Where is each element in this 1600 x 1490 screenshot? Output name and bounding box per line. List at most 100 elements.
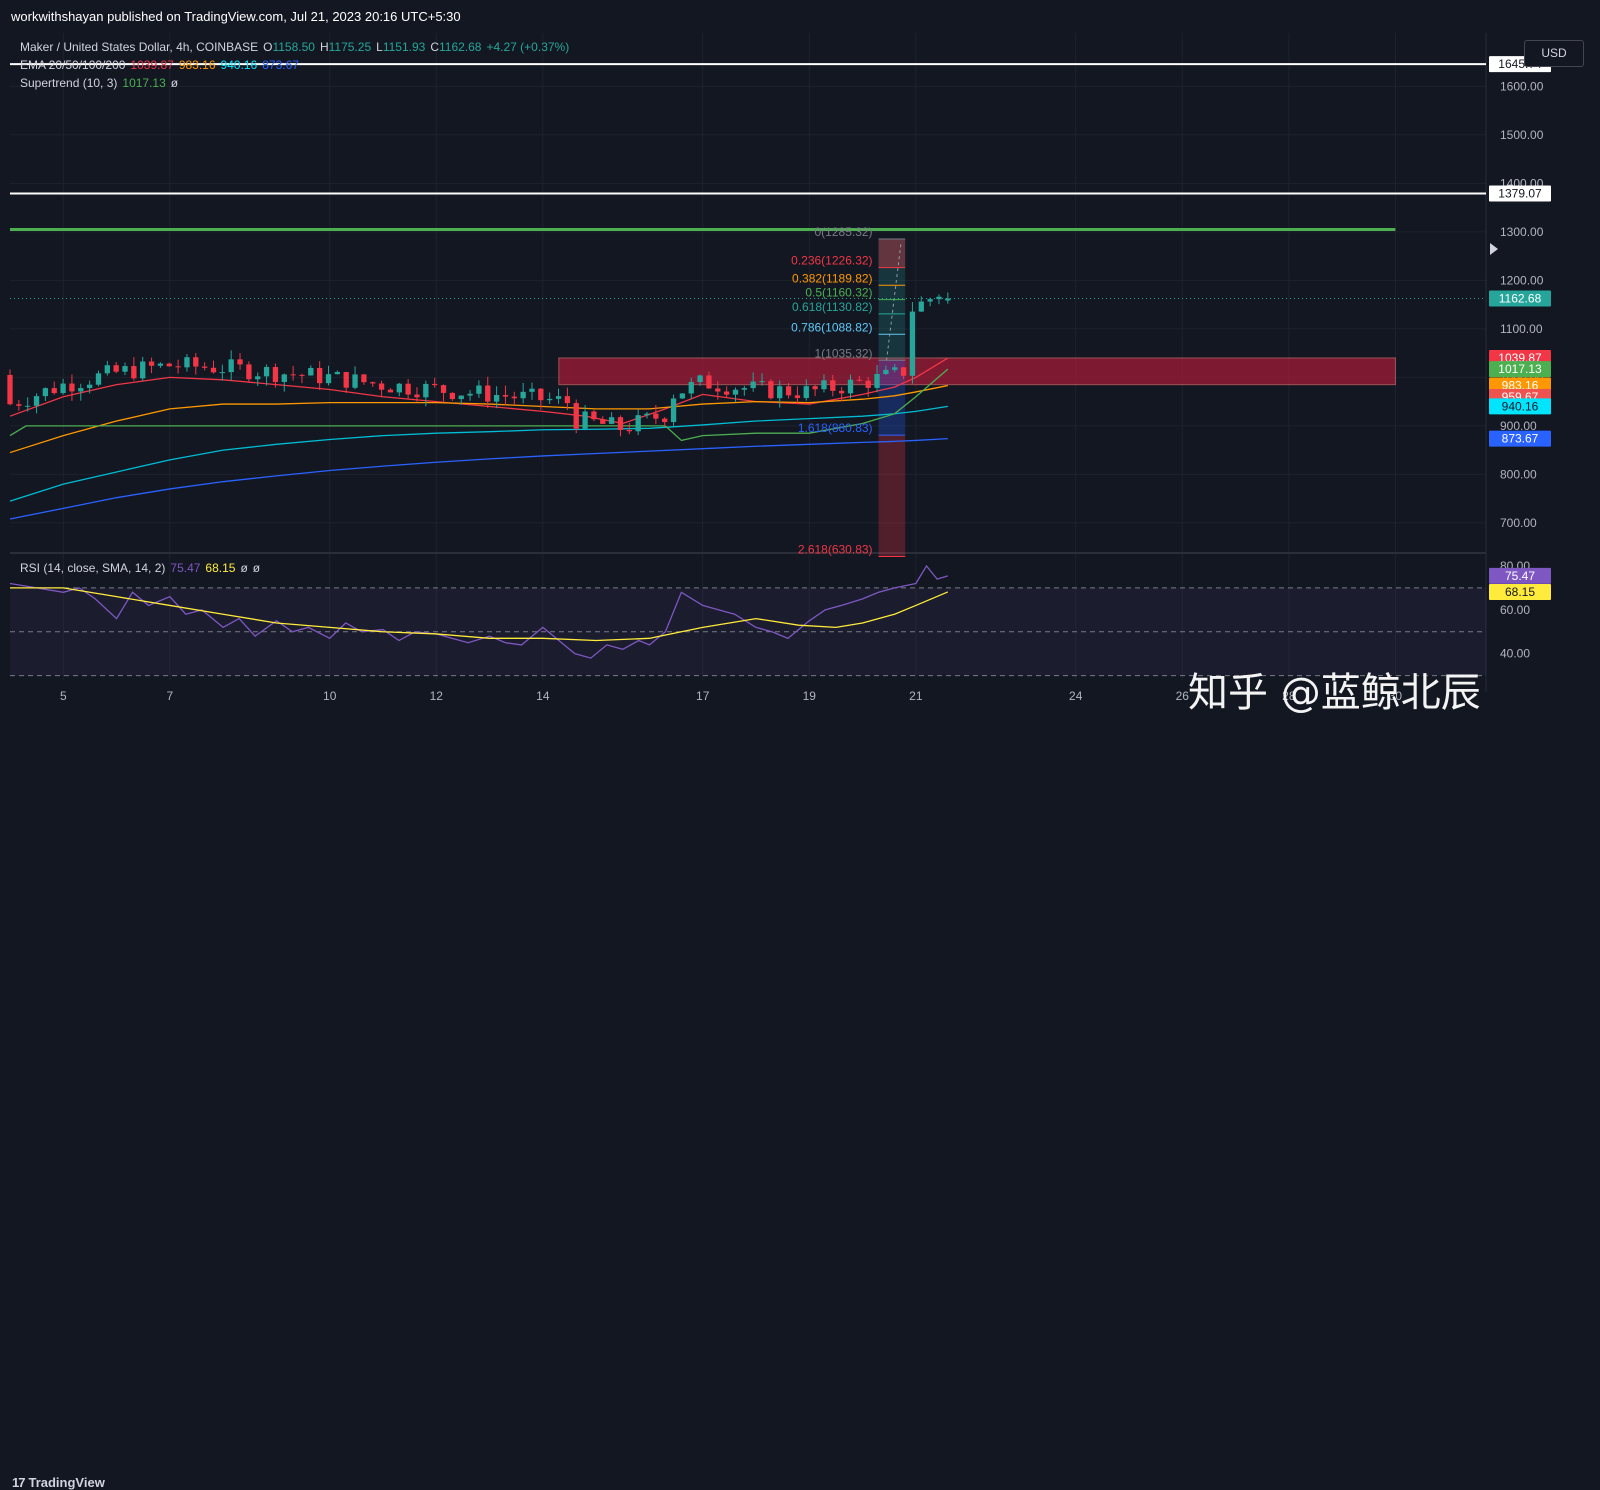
- price-axis[interactable]: 700.00800.00900.001000.001100.001200.001…: [1489, 56, 1551, 661]
- candle-body: [626, 430, 632, 432]
- candle-body: [794, 395, 801, 399]
- price-tag-label: 1379.07: [1498, 187, 1542, 201]
- candle-body: [635, 415, 641, 432]
- fib-label: 1.618(880.83): [798, 421, 873, 435]
- supertrend-value: 1017.13: [122, 76, 166, 90]
- candle-body: [697, 375, 703, 383]
- candle-body: [113, 365, 119, 372]
- candle-body: [166, 363, 172, 367]
- candle-body: [7, 374, 13, 405]
- candle-body: [449, 392, 456, 400]
- price-tick-label: 1300.00: [1500, 225, 1544, 239]
- candle-body: [131, 366, 137, 379]
- ema100-value: 940.16: [220, 58, 258, 72]
- candle-body: [520, 391, 526, 399]
- supply-zone-box: [558, 357, 1396, 386]
- candle-body: [830, 380, 836, 391]
- candle-body: [42, 388, 49, 397]
- candle-body: [485, 385, 491, 402]
- price-tick-label: 700.00: [1500, 516, 1537, 530]
- ema-line: [9, 438, 948, 520]
- rsi-null-1: ø: [240, 561, 248, 575]
- low-value: 1151.93: [382, 40, 426, 54]
- high-label: H: [319, 40, 329, 54]
- candle-body: [467, 393, 473, 396]
- price-chart[interactable]: 0(1285.32)0.236(1226.32)0.382(1189.82)0.…: [0, 0, 1600, 764]
- candle-body: [617, 417, 624, 431]
- candle-body: [670, 398, 677, 423]
- candle-body: [821, 380, 827, 390]
- candle-body: [228, 359, 234, 373]
- supertrend-legend: Supertrend (10, 3) 1017.13 ø: [20, 76, 183, 90]
- candle-body: [688, 382, 694, 394]
- fib-label: 0.382(1189.82): [792, 271, 873, 285]
- candle-body: [874, 374, 880, 388]
- time-tick-label: 17: [696, 689, 710, 703]
- symbol-title: Maker / United States Dollar, 4h, COINBA…: [20, 40, 259, 54]
- time-tick-label: 21: [909, 689, 923, 703]
- candle-body: [476, 385, 482, 394]
- candle-body: [193, 357, 199, 367]
- time-tick-label: 10: [323, 689, 337, 703]
- candle-body: [308, 367, 314, 376]
- candle-body: [529, 388, 535, 392]
- rsi-value: 75.47: [170, 561, 201, 575]
- time-tick-label: 12: [430, 689, 444, 703]
- candle-body: [723, 391, 730, 395]
- horizontal-levels: [10, 63, 1486, 299]
- candle-body: [936, 296, 942, 300]
- price-tag-label: 873.67: [1502, 432, 1539, 446]
- watermark-text: 知乎 @蓝鲸北辰: [1188, 670, 1481, 716]
- ema200-value: 873.67: [262, 58, 299, 72]
- price-tag-label: 1017.13: [1498, 362, 1542, 376]
- candle-body: [219, 372, 225, 374]
- candle-body: [86, 384, 93, 389]
- candle-body: [600, 419, 606, 424]
- supply-zone: [558, 357, 1396, 386]
- fib-label: 1(1035.32): [815, 346, 873, 360]
- candle-body: [60, 383, 66, 394]
- rsi-null-2: ø: [252, 561, 261, 575]
- candle-body: [175, 366, 181, 368]
- candle-body: [785, 386, 792, 396]
- candle-body: [378, 383, 385, 390]
- time-tick-label: 5: [60, 689, 67, 703]
- fib-label: 0.786(1088.82): [791, 320, 872, 334]
- candle-body: [184, 357, 190, 368]
- low-label: L: [376, 40, 383, 54]
- candle-body: [945, 298, 951, 301]
- candle-body: [662, 418, 668, 423]
- candle-body: [361, 374, 367, 383]
- candle-body: [78, 388, 84, 392]
- candle-body: [51, 388, 57, 394]
- ema-legend: EMA 20/50/100/200 1039.87 983.16 940.16 873.…: [20, 58, 304, 72]
- candle-body: [564, 396, 571, 404]
- candle-body: [732, 389, 739, 395]
- open-value: 1158.50: [272, 40, 315, 54]
- tradingview-logo[interactable]: 17 TradingView: [12, 1475, 105, 1490]
- currency-button[interactable]: USD: [1524, 40, 1584, 67]
- candle-body: [838, 390, 845, 394]
- symbol-legend: Maker / United States Dollar, 4h, COINBA…: [20, 40, 574, 54]
- candle-body: [201, 366, 208, 368]
- candle-body: [16, 404, 22, 406]
- supertrend-label: Supertrend (10, 3): [20, 76, 118, 90]
- candle-body: [653, 413, 659, 419]
- candle-body: [299, 374, 305, 376]
- rsi-tick-label: 60.00: [1500, 603, 1530, 617]
- candle-body: [387, 389, 394, 393]
- candle-body: [856, 379, 863, 381]
- fib-label: 0.236(1226.32): [791, 254, 872, 268]
- price-tick-label: 800.00: [1500, 467, 1537, 481]
- candle-body: [865, 380, 871, 388]
- candle-body: [352, 374, 358, 388]
- candle-body: [325, 374, 332, 384]
- close-value: 1162.68: [438, 40, 482, 54]
- rsi-legend: RSI (14, close, SMA, 14, 2) 75.47 68.15 ø ø: [20, 561, 265, 575]
- time-tick-label: 7: [167, 689, 174, 703]
- candle-body: [272, 367, 279, 383]
- candle-body: [33, 396, 40, 406]
- candle-body: [608, 417, 615, 424]
- ema50-value: 983.16: [178, 58, 216, 72]
- candle-body: [892, 367, 898, 370]
